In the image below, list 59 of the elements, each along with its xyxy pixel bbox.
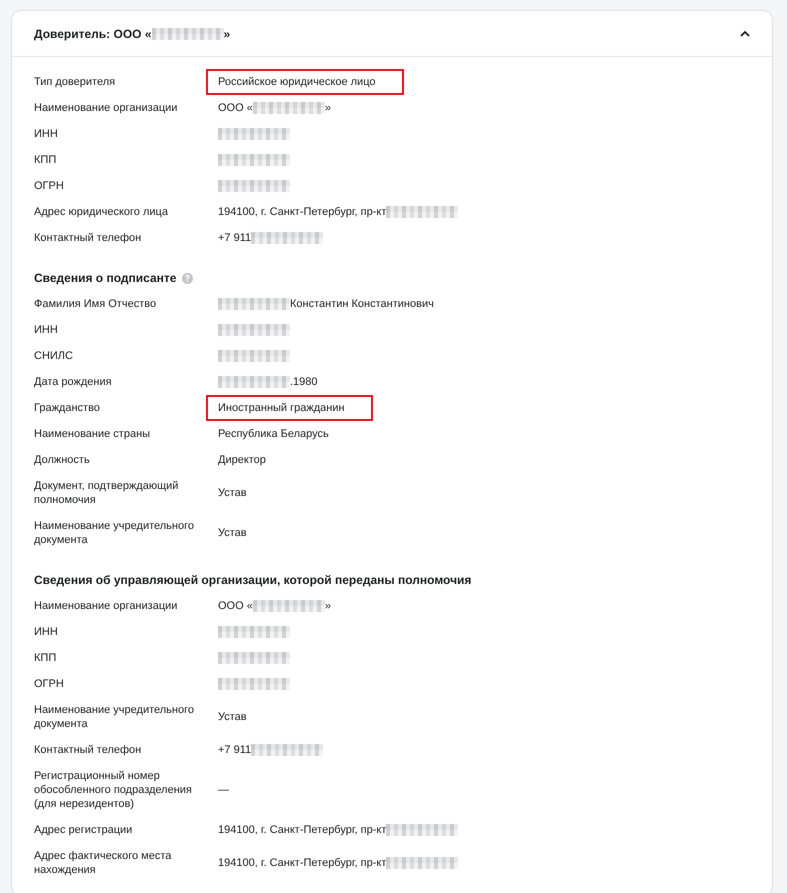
field-label: Контактный телефон (34, 231, 142, 245)
field-value: Российское юридическое лицо (218, 75, 376, 89)
section-heading: Сведения о подписанте (34, 271, 176, 285)
field-label: Наименование учредительного документа (34, 519, 195, 547)
field-value: Устав (218, 526, 247, 540)
redacted-block (218, 128, 290, 140)
field-label: ОГРН (34, 179, 65, 193)
field-value: 194100, г. Санкт-Петербург, пр-кт (218, 856, 386, 870)
field-label: Документ, подтверждающий полномочия (34, 479, 180, 507)
field-value: ООО « (218, 101, 253, 115)
field-value: Директор (218, 453, 266, 467)
field-label: Тип доверителя (34, 75, 116, 89)
field-value: +7 911 (218, 231, 252, 245)
field-value: 194100, г. Санкт-Петербург, пр-кт (218, 823, 386, 837)
field-value: ООО « (218, 599, 253, 613)
field-label: Наименование страны (34, 427, 152, 441)
field-label: Адрес фактического места нахождения (34, 849, 172, 877)
field-value: 194100, г. Санкт-Петербург, пр-кт (218, 205, 386, 219)
field-value: Республика Беларусь (218, 427, 329, 441)
field-label: СНИЛС (34, 349, 74, 363)
field-label: Адрес юридического лица (34, 205, 169, 219)
redacted-block (218, 350, 290, 362)
field-label: ИНН (34, 323, 59, 337)
field-value: — (218, 783, 229, 797)
field-value: +7 911 (218, 743, 252, 757)
field-label: Должность (34, 453, 91, 467)
redacted-block (218, 626, 290, 638)
field-label: ОГРН (34, 677, 65, 691)
field-label: КПП (34, 153, 58, 167)
redacted-block (218, 324, 290, 336)
field-value: .1980 (290, 375, 318, 389)
field-label: Гражданство (34, 401, 101, 415)
panel-title: Доверитель: ООО « (34, 26, 152, 40)
field-label: Наименование организации (34, 599, 178, 613)
field-value: » (324, 599, 331, 613)
field-label: Фамилия Имя Отчество (34, 297, 158, 311)
field-label: Дата рождения (34, 375, 113, 389)
field-label: ИНН (34, 127, 59, 141)
field-label: Адрес регистрации (34, 823, 134, 837)
section-heading: Сведения об управляющей организации, которой переданы полномочия (34, 573, 472, 587)
field-label: КПП (34, 651, 58, 665)
field-value: Устав (218, 486, 247, 500)
field-value: Устав (218, 710, 247, 724)
redacted-block (218, 652, 290, 664)
field-value: » (324, 101, 331, 115)
redacted-block (218, 298, 290, 310)
field-label: Наименование организации (34, 101, 178, 115)
collapse-icon[interactable] (740, 30, 750, 37)
field-value: Иностранный гражданин (218, 401, 345, 415)
field-label: Регистрационный номер обособленного подразделения (для нерезидентов) (34, 769, 193, 811)
redacted-block (218, 678, 290, 690)
redacted-block (218, 180, 290, 192)
redacted-block (218, 376, 290, 388)
field-label: Наименование учредительного документа (34, 703, 195, 731)
redacted-block (218, 154, 290, 166)
panel-title: » (224, 26, 230, 40)
field-value: Константин Константинович (290, 297, 434, 311)
field-label: ИНН (34, 625, 59, 639)
field-label: Контактный телефон (34, 743, 142, 757)
